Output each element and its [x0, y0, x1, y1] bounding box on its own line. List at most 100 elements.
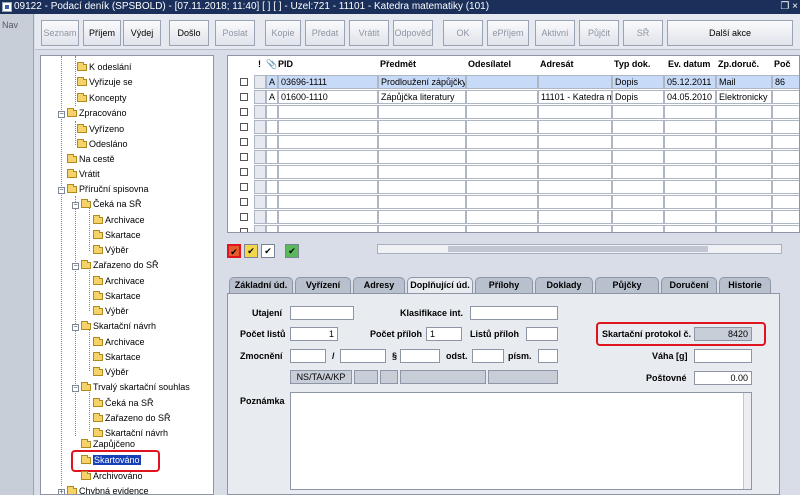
row-checkbox[interactable] [240, 198, 248, 206]
row-odesilatel[interactable] [466, 90, 538, 104]
sr-button[interactable]: SŘ [623, 20, 663, 46]
row-checkbox[interactable] [240, 108, 248, 116]
tree-item-na-ceste[interactable]: Na cestě [67, 152, 115, 167]
tab-adresy[interactable]: Adresy [353, 277, 405, 293]
row-checkbox[interactable] [240, 228, 248, 232]
tab-doplnujici-ud[interactable]: Doplňující úd. [407, 277, 473, 294]
tree-item-zarazeno-do-sr[interactable]: Zařazeno do SŘ [81, 258, 159, 273]
doslo-button[interactable]: Došlo [169, 20, 209, 46]
tab-pujcky[interactable]: Půjčky [595, 277, 659, 293]
tree-item-archivovano[interactable]: Archivováno [81, 469, 143, 484]
tree-item-vyber[interactable]: Výběr [93, 243, 129, 258]
tree-item-skartace[interactable]: Skartace [93, 289, 141, 304]
row-predmet[interactable]: Zápůjčka literatury [378, 90, 466, 104]
tree-item-vyber[interactable]: Výběr [93, 365, 129, 380]
col-header-odesilatel[interactable]: Odesílatel [468, 59, 511, 69]
row-ev-datum[interactable]: 04.05.2010 [664, 90, 716, 104]
col-header-ev-datum[interactable]: Ev. datum [668, 59, 710, 69]
tab-historie[interactable]: Historie [719, 277, 771, 293]
tree-item-archivace[interactable]: Archivace [93, 213, 145, 228]
row-flag[interactable]: A [266, 75, 278, 89]
collapse-icon[interactable]: − [72, 324, 79, 331]
poslat-button[interactable]: Poslat [215, 20, 255, 46]
pujcit-button[interactable]: Půjčit [579, 20, 619, 46]
tree-item-skartacni-navrh[interactable]: Skartační návrh [81, 319, 156, 334]
tree-item-k-odeslani[interactable]: K odeslání [77, 60, 132, 75]
tab-zakladni-ud[interactable]: Základní úd. [229, 277, 293, 293]
utajeni-field[interactable] [290, 306, 354, 320]
ns-ta-a-kp-button[interactable]: NS/TA/A/KP [290, 370, 352, 384]
eprijem-button[interactable]: ePříjem [487, 20, 529, 46]
textarea-scrollbar[interactable] [743, 393, 751, 489]
col-header-pid[interactable]: PID [278, 59, 293, 69]
row-pid[interactable]: 01600-1110 [278, 90, 378, 104]
tree-item-prirucni-spisovna[interactable]: Příruční spisovna [67, 182, 149, 197]
row-odesilatel[interactable] [466, 75, 538, 89]
pocet-priloh-field[interactable]: 1 [426, 327, 462, 341]
zmocneni-field-1[interactable] [290, 349, 326, 363]
row-checkbox[interactable] [240, 78, 248, 86]
nav-label[interactable]: Nav [2, 20, 18, 30]
tree-item-ceka-na-sr[interactable]: Čeká na SŘ [93, 396, 154, 411]
pism-field[interactable] [538, 349, 558, 363]
row-checkbox[interactable] [240, 213, 248, 221]
dalsi-akce-button[interactable]: Další akce [667, 20, 793, 46]
tree-item-vyrizeno[interactable]: Vyřízeno [77, 122, 124, 137]
scroll-thumb[interactable] [448, 246, 708, 252]
row-ev-datum[interactable]: 05.12.2011 [664, 75, 716, 89]
col-header-typ-dok[interactable]: Typ dok. [614, 59, 650, 69]
col-header-predmet[interactable]: Předmět [380, 59, 416, 69]
row-extra[interactable]: 86 [772, 75, 799, 89]
tree-item-skartace[interactable]: Skartace [93, 350, 141, 365]
poznamka-textarea[interactable] [290, 392, 752, 490]
tree-item-chybna-evidence[interactable]: Chybná evidence [67, 484, 149, 494]
row-checkbox[interactable] [240, 183, 248, 191]
tree-item-ceka-na-sr[interactable]: Čeká na SŘ [81, 197, 142, 212]
odpoved-button[interactable]: Odpověď [393, 20, 433, 46]
tree-item-zarazeno-do-sr[interactable]: Zařazeno do SŘ [93, 411, 171, 426]
row-adresat[interactable]: 11101 - Katedra m [538, 90, 612, 104]
tree-item-trvaly-skartacni-souhlas[interactable]: Trvalý skartační souhlas [81, 380, 190, 395]
filter-red[interactable]: ✔ [227, 244, 241, 258]
collapse-icon[interactable]: − [72, 385, 79, 392]
paperclip-icon[interactable]: 📎 [266, 59, 277, 70]
collapse-icon[interactable]: − [58, 111, 65, 118]
row-checkbox[interactable] [240, 123, 248, 131]
collapse-icon[interactable]: − [72, 202, 79, 209]
zmocneni-field-2[interactable] [340, 349, 386, 363]
tab-prilohy[interactable]: Přílohy [475, 277, 533, 293]
collapse-icon[interactable]: − [72, 263, 79, 270]
expand-icon[interactable]: + [58, 489, 65, 494]
odst-field[interactable] [472, 349, 504, 363]
predat-button[interactable]: Předat [305, 20, 345, 46]
tree-item-koncepty[interactable]: Koncepty [77, 91, 127, 106]
klasifikace-field[interactable] [470, 306, 558, 320]
paragraph-field[interactable] [400, 349, 440, 363]
postovne-field[interactable]: 0.00 [694, 371, 752, 385]
listu-priloh-field[interactable] [526, 327, 558, 341]
tab-doklady[interactable]: Doklady [535, 277, 593, 293]
tree-item-zpracovano[interactable]: Zpracováno [67, 106, 127, 121]
row-predmet[interactable]: Prodloužení zápůjčky [378, 75, 466, 89]
filter-white[interactable]: ✔ [261, 244, 275, 258]
vydej-button[interactable]: Výdej [123, 20, 161, 46]
vaha-field[interactable] [694, 349, 752, 363]
tree-item-skartace[interactable]: Skartace [93, 228, 141, 243]
row-typ-dok[interactable]: Dopis [612, 75, 664, 89]
row-flag[interactable]: A [266, 90, 278, 104]
skartacni-protokol-field[interactable]: 8420 [694, 327, 752, 341]
prijem-button[interactable]: Příjem [83, 20, 121, 46]
tree-item-archivace[interactable]: Archivace [93, 274, 145, 289]
vratit-button[interactable]: Vrátit [349, 20, 389, 46]
tree-item-vyrizuje-se[interactable]: Vyřizuje se [77, 75, 133, 90]
row-checkbox[interactable] [240, 168, 248, 176]
row-zp-doruc[interactable]: Mail [716, 75, 772, 89]
tree-item-vratit[interactable]: Vrátit [67, 167, 100, 182]
row-checkbox[interactable] [240, 138, 248, 146]
seznam-button[interactable]: Seznam [41, 20, 79, 46]
col-header-zp-doruc[interactable]: Zp.doruč. [718, 59, 759, 69]
grid-horizontal-scrollbar[interactable] [377, 244, 782, 254]
tree-item-vyber[interactable]: Výběr [93, 304, 129, 319]
window-controls[interactable]: ❐ × [780, 0, 798, 14]
row-pid[interactable]: 03696-1111 [278, 75, 378, 89]
